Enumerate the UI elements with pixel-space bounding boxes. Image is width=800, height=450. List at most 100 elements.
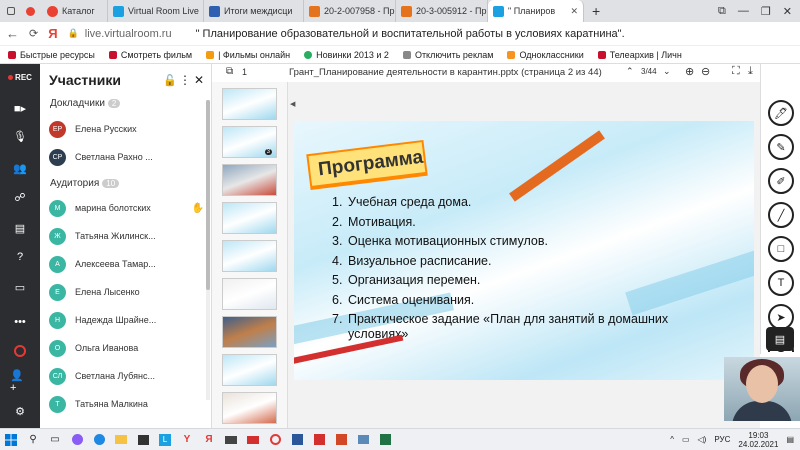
audience-item[interactable]: СЛ Светлана Лубянс... <box>49 366 204 386</box>
menu-icon[interactable]: ⋮ <box>179 73 191 87</box>
chevron-down-icon[interactable]: ⌄ <box>663 66 671 77</box>
back-icon[interactable]: ← <box>6 26 19 41</box>
collections-icon[interactable] <box>25 6 35 16</box>
slide-thumbnail[interactable] <box>222 240 277 272</box>
microphone-icon[interactable]: 🎙 <box>10 127 30 145</box>
chat-toggle-button[interactable]: ▤ <box>766 327 794 351</box>
bookmark-item[interactable]: | Фильмы онлайн <box>206 50 290 60</box>
line-tool-icon[interactable]: ╱ <box>768 202 794 228</box>
zoom-out-icon[interactable]: ⊖ <box>701 65 710 78</box>
pen-tool-icon[interactable]: ✎ <box>768 134 794 160</box>
raise-hand-icon[interactable]: ✋ <box>192 203 204 214</box>
restore-icon[interactable]: ❐ <box>761 5 771 18</box>
yandex-icon[interactable]: Я <box>198 429 220 450</box>
tab-catalog[interactable]: Каталог <box>42 0 108 22</box>
minimize-icon[interactable]: — <box>738 5 749 17</box>
tab-search-icon[interactable] <box>7 7 16 15</box>
lock-icon[interactable]: 🔓 <box>163 74 177 87</box>
close-panel-icon[interactable]: ✕ <box>194 73 204 87</box>
tab-doc-2[interactable]: 20-3-005912 - Пр <box>396 0 488 22</box>
task-view-icon[interactable]: ▭ <box>44 429 66 450</box>
bookmark-item[interactable]: Смотреть фильм <box>108 50 192 60</box>
audience-item[interactable]: А Алексеева Тамар... <box>49 254 204 274</box>
page-number-input[interactable]: 1 <box>242 67 247 77</box>
notifications-icon[interactable]: ▤ <box>786 435 794 444</box>
speaker-item[interactable]: ЕР Елена Русских <box>49 119 204 139</box>
bookmark-item[interactable]: Отключить реклам <box>402 50 493 60</box>
volume-icon[interactable]: ◁) <box>698 435 707 444</box>
participants-icon[interactable]: 👥 <box>10 159 30 177</box>
tab-planning-active[interactable]: " Планиров ✕ <box>488 0 584 22</box>
more-icon[interactable]: ••• <box>10 313 30 331</box>
download-icon[interactable]: ⤓ <box>748 65 753 78</box>
tab-doc-1[interactable]: 20-2-007958 - Пр <box>304 0 396 22</box>
search-icon[interactable]: ⚲ <box>22 429 44 450</box>
yandex-logo-icon[interactable]: Я <box>48 26 57 41</box>
app-l-icon[interactable]: L <box>154 429 176 450</box>
audience-item[interactable]: Е Елена Лысенко <box>49 282 204 302</box>
slide-thumbnail[interactable] <box>222 316 277 348</box>
powerpoint-icon[interactable] <box>330 429 352 450</box>
marker-tool-icon[interactable]: 🖊 <box>768 100 794 126</box>
audience-item[interactable]: О Ольга Иванова <box>49 338 204 358</box>
audience-item[interactable]: Ж Татьяна Жилинск... <box>49 226 204 246</box>
tab-virtual-room[interactable]: Virtual Room Live <box>108 0 204 22</box>
slide-thumbnail[interactable] <box>222 278 277 310</box>
screen-share-icon[interactable]: ▭ <box>10 278 30 296</box>
video-app-icon[interactable] <box>220 429 242 450</box>
chat-icon[interactable]: ▤ <box>10 219 30 237</box>
network-icon[interactable]: ▭ <box>682 435 690 444</box>
alice-icon[interactable] <box>66 429 88 450</box>
text-tool-icon[interactable]: T <box>768 270 794 296</box>
yandex-browser-icon[interactable]: Y <box>176 429 198 450</box>
clock[interactable]: 19:03 24.02.2021 <box>738 431 778 449</box>
highlighter-tool-icon[interactable]: ✐ <box>768 168 794 194</box>
camera-icon[interactable]: ■▸ <box>10 99 30 117</box>
slide-thumbnail[interactable] <box>222 392 277 424</box>
audience-item[interactable]: Т Татьяна Малкина <box>49 394 204 414</box>
show-hidden-icon[interactable]: ^ <box>670 435 674 444</box>
store-icon[interactable] <box>132 429 154 450</box>
slide-thumbnail[interactable] <box>222 354 277 386</box>
close-tab-icon[interactable]: ✕ <box>570 6 578 17</box>
new-tab-icon[interactable]: + <box>592 3 600 19</box>
mail-icon[interactable] <box>242 429 264 450</box>
chevron-up-icon[interactable]: ⌃ <box>626 66 634 77</box>
speaker-item[interactable]: СР Светлана Рахно ... <box>49 147 204 167</box>
app-window-icon[interactable] <box>352 429 374 450</box>
question-icon[interactable]: ? <box>10 248 30 266</box>
bookmark-item[interactable]: Новинки 2013 и 2 <box>304 50 389 60</box>
url-field[interactable]: 🔒 live.virtualroom.ru <box>68 28 172 40</box>
opera-icon[interactable] <box>264 429 286 450</box>
tab-actions-icon[interactable]: ⧉ <box>718 5 726 18</box>
file-explorer-icon[interactable] <box>110 429 132 450</box>
thumbnails-toggle-icon[interactable]: ⧉ <box>226 66 233 77</box>
record-button[interactable]: REC <box>4 69 36 85</box>
acrobat-icon[interactable] <box>308 429 330 450</box>
bookmark-item[interactable]: Телеархив | Личн <box>597 50 682 60</box>
bookmark-item[interactable]: Быстрые ресурсы <box>8 50 95 60</box>
zoom-in-icon[interactable]: ⊕ <box>685 65 694 78</box>
slide-thumbnail[interactable] <box>222 202 277 234</box>
recording-status-icon[interactable] <box>10 342 30 360</box>
language-indicator[interactable]: РУС <box>714 435 730 444</box>
collapse-thumbnails-icon[interactable]: ◀ <box>290 100 295 108</box>
word-icon[interactable] <box>286 429 308 450</box>
fit-screen-icon[interactable]: ⛶ <box>732 65 740 78</box>
refresh-icon[interactable]: ⟳ <box>29 27 38 40</box>
rectangle-tool-icon[interactable]: □ <box>768 236 794 262</box>
bookmark-item[interactable]: Одноклассники <box>507 50 584 60</box>
start-icon[interactable] <box>0 429 22 450</box>
settings-icon[interactable]: ⚙ <box>10 402 30 420</box>
close-window-icon[interactable]: ✕ <box>783 5 792 18</box>
tab-results[interactable]: Итоги междисци <box>204 0 304 22</box>
invite-user-icon[interactable]: 👤+ <box>10 370 30 394</box>
slide-thumbnail[interactable] <box>222 164 277 196</box>
excel-icon[interactable] <box>374 429 396 450</box>
audience-item[interactable]: М марина болотских ✋ <box>49 198 204 218</box>
audience-item[interactable]: Н Надежда Шрайне... <box>49 310 204 330</box>
users-manage-icon[interactable]: ☍ <box>10 188 30 206</box>
slide-thumbnail[interactable] <box>222 88 277 120</box>
panel-scrollbar-thumb[interactable] <box>206 100 210 290</box>
edge-icon[interactable] <box>88 429 110 450</box>
